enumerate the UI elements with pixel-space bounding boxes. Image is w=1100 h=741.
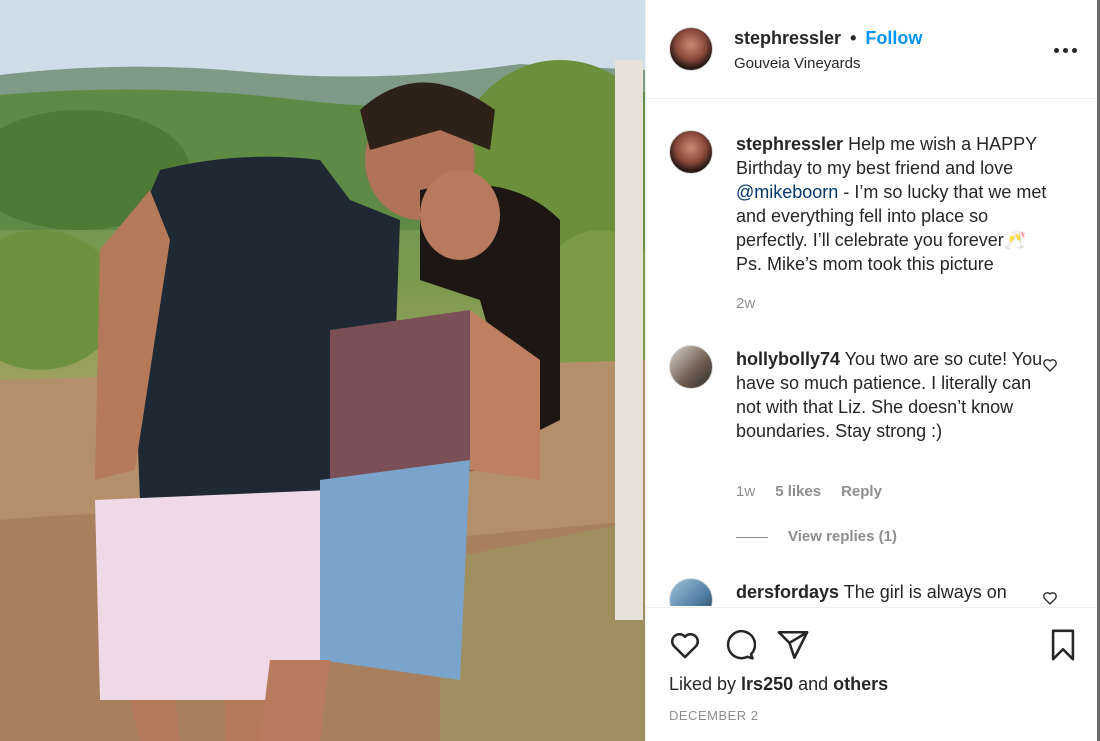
liked-by-prefix: Liked by (669, 674, 742, 694)
separator-dot: • (850, 28, 857, 48)
comment-text: dersfordays The girl is always on (736, 580, 1054, 604)
author-avatar[interactable] (669, 27, 713, 71)
caption-time[interactable]: 2w (736, 295, 755, 312)
comment-body: The girl is always on (839, 582, 1007, 602)
comment-reply-button[interactable]: Reply (841, 483, 882, 500)
photo-illustration (0, 0, 645, 741)
comment-likes[interactable]: 5 likes (775, 483, 821, 500)
caption-meta: 2w (736, 295, 775, 312)
post-photo[interactable] (0, 0, 645, 741)
liked-by-middle: and (793, 674, 834, 694)
caption-mention[interactable]: @mikeboorn (736, 182, 838, 202)
comment-avatar[interactable] (669, 578, 713, 606)
more-options-icon[interactable] (1054, 38, 1078, 62)
post-details-pane: stephressler • Follow Gouveia Vineyards … (645, 0, 1098, 741)
caption-avatar[interactable] (669, 130, 713, 174)
comment-time[interactable]: 1w (736, 483, 755, 500)
liked-by-others[interactable]: others (833, 674, 888, 694)
liked-by: Liked by lrs250 and others (669, 674, 888, 695)
caption-username[interactable]: stephressler (736, 134, 843, 154)
instagram-post-modal: stephressler • Follow Gouveia Vineyards … (0, 0, 1100, 741)
caption-text: stephressler Help me wish a HAPPY Birthd… (736, 132, 1054, 276)
comment-meta: 1w 5 likes Reply (736, 483, 902, 500)
comment-avatar[interactable] (669, 345, 713, 389)
view-replies-button[interactable]: View replies (1) (736, 528, 897, 545)
comments-list[interactable]: stephressler Help me wish a HAPPY Birthd… (646, 100, 1098, 606)
view-replies-label: View replies (1) (788, 528, 897, 545)
author-line: stephressler • Follow (734, 28, 922, 49)
comment-bubble-icon[interactable] (722, 628, 756, 662)
like-heart-icon[interactable] (668, 628, 702, 662)
location-link[interactable]: Gouveia Vineyards (734, 55, 860, 72)
comment-username[interactable]: hollybolly74 (736, 349, 840, 369)
comment-like-icon[interactable] (1042, 357, 1058, 373)
comment-username[interactable]: dersfordays (736, 582, 839, 602)
bookmark-icon[interactable] (1046, 628, 1080, 662)
liked-by-user[interactable]: lrs250 (741, 674, 793, 694)
author-username[interactable]: stephressler (734, 28, 841, 48)
view-replies-line (736, 536, 768, 538)
comment-text: hollybolly74 You two are so cute! You ha… (736, 347, 1054, 443)
comment-like-icon[interactable] (1042, 590, 1058, 606)
post-header: stephressler • Follow Gouveia Vineyards (646, 0, 1098, 99)
post-date[interactable]: DECEMBER 2 (669, 708, 759, 723)
share-icon[interactable] (776, 628, 810, 662)
follow-button[interactable]: Follow (865, 28, 922, 48)
